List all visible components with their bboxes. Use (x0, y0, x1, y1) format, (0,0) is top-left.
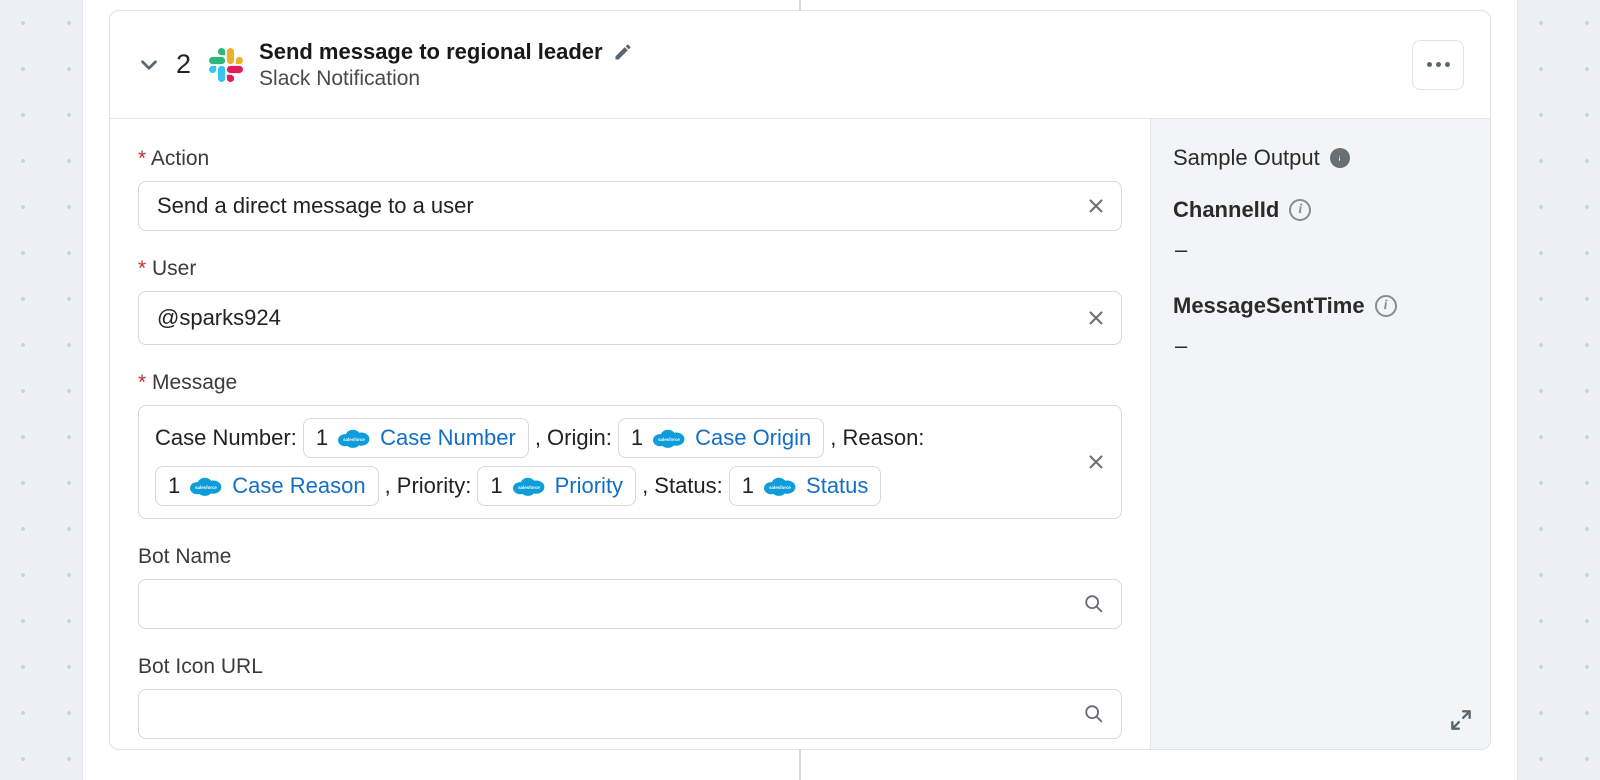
chevron-down-icon[interactable] (136, 52, 162, 78)
expand-icon[interactable] (1448, 707, 1474, 733)
merge-field-name: Priority (555, 473, 623, 499)
merge-field-pill[interactable]: 1 salesforce Status (729, 466, 882, 506)
merge-field-step: 1 (631, 425, 643, 451)
salesforce-icon: salesforce (511, 475, 547, 497)
message-text: , Status: (642, 473, 723, 499)
bot-name-input[interactable] (138, 579, 1122, 629)
output-field-value: – (1175, 237, 1468, 263)
salesforce-icon: salesforce (762, 475, 798, 497)
field-message: Message Case Number:1 salesforce Case Nu… (138, 371, 1122, 519)
user-input[interactable]: @sparks924 (138, 291, 1122, 345)
clear-icon[interactable] (1085, 195, 1107, 217)
svg-text:salesforce: salesforce (658, 437, 680, 442)
label-user: User (138, 257, 1122, 281)
field-bot-name: Bot Name (138, 545, 1122, 629)
merge-field-pill[interactable]: 1 salesforce Case Origin (618, 418, 824, 458)
bot-icon-url-input[interactable] (138, 689, 1122, 739)
connector-top (799, 0, 801, 10)
svg-text:salesforce: salesforce (769, 485, 791, 490)
clear-icon[interactable] (1085, 451, 1107, 473)
message-text: , Origin: (535, 425, 612, 451)
merge-field-name: Case Number (380, 425, 516, 451)
sample-output-title: Sample Output (1173, 145, 1320, 171)
message-text: , Priority: (385, 473, 472, 499)
info-icon[interactable]: i (1289, 199, 1311, 221)
flow-column: 2 Send message to regional leader Slack … (82, 0, 1518, 780)
salesforce-icon: salesforce (188, 475, 224, 497)
merge-field-name: Status (806, 473, 868, 499)
output-field-name: MessageSentTime (1173, 293, 1365, 319)
step-card: 2 Send message to regional leader Slack … (109, 10, 1491, 750)
step-subtitle: Slack Notification (259, 67, 633, 91)
label-bot-name: Bot Name (138, 545, 1122, 569)
field-bot-icon-url: Bot Icon URL (138, 655, 1122, 739)
svg-text:salesforce: salesforce (195, 485, 217, 490)
merge-field-step: 1 (168, 473, 180, 499)
sample-output-panel: Sample Output ChannelId i – MessageSentT… (1150, 119, 1490, 749)
search-icon (1083, 703, 1105, 725)
info-icon[interactable]: i (1375, 295, 1397, 317)
field-user: User @sparks924 (138, 257, 1122, 345)
connector-bottom (799, 750, 801, 780)
label-bot-icon-url: Bot Icon URL (138, 655, 1122, 679)
field-action: Action Send a direct message to a user (138, 147, 1122, 231)
merge-field-pill[interactable]: 1 salesforce Case Number (303, 418, 529, 458)
slack-icon (209, 48, 243, 82)
user-value: @sparks924 (157, 305, 281, 331)
action-select[interactable]: Send a direct message to a user (138, 181, 1122, 231)
salesforce-icon: salesforce (651, 427, 687, 449)
step-header: 2 Send message to regional leader Slack … (110, 11, 1490, 119)
step-titles: Send message to regional leader Slack No… (259, 39, 633, 91)
merge-field-step: 1 (316, 425, 328, 451)
config-form: Action Send a direct message to a user U… (110, 119, 1150, 749)
output-field-name: ChannelId (1173, 197, 1279, 223)
message-text: Case Number: (155, 425, 297, 451)
merge-field-name: Case Reason (232, 473, 365, 499)
info-icon[interactable] (1330, 148, 1350, 168)
message-text: , Reason: (830, 425, 924, 451)
merge-field-step: 1 (490, 473, 502, 499)
svg-text:salesforce: salesforce (518, 485, 540, 490)
step-title: Send message to regional leader (259, 39, 603, 65)
svg-text:salesforce: salesforce (343, 437, 365, 442)
label-message: Message (138, 371, 1122, 395)
message-builder[interactable]: Case Number:1 salesforce Case Number, Or… (138, 405, 1122, 519)
search-icon (1083, 593, 1105, 615)
merge-field-pill[interactable]: 1 salesforce Priority (477, 466, 636, 506)
merge-field-name: Case Origin (695, 425, 811, 451)
more-actions-button[interactable] (1412, 40, 1464, 90)
label-action: Action (138, 147, 1122, 171)
salesforce-icon: salesforce (336, 427, 372, 449)
step-number: 2 (176, 49, 191, 80)
merge-field-pill[interactable]: 1 salesforce Case Reason (155, 466, 379, 506)
output-field-value: – (1175, 333, 1468, 359)
merge-field-step: 1 (742, 473, 754, 499)
clear-icon[interactable] (1085, 307, 1107, 329)
edit-icon[interactable] (613, 42, 633, 62)
action-value: Send a direct message to a user (157, 193, 474, 219)
